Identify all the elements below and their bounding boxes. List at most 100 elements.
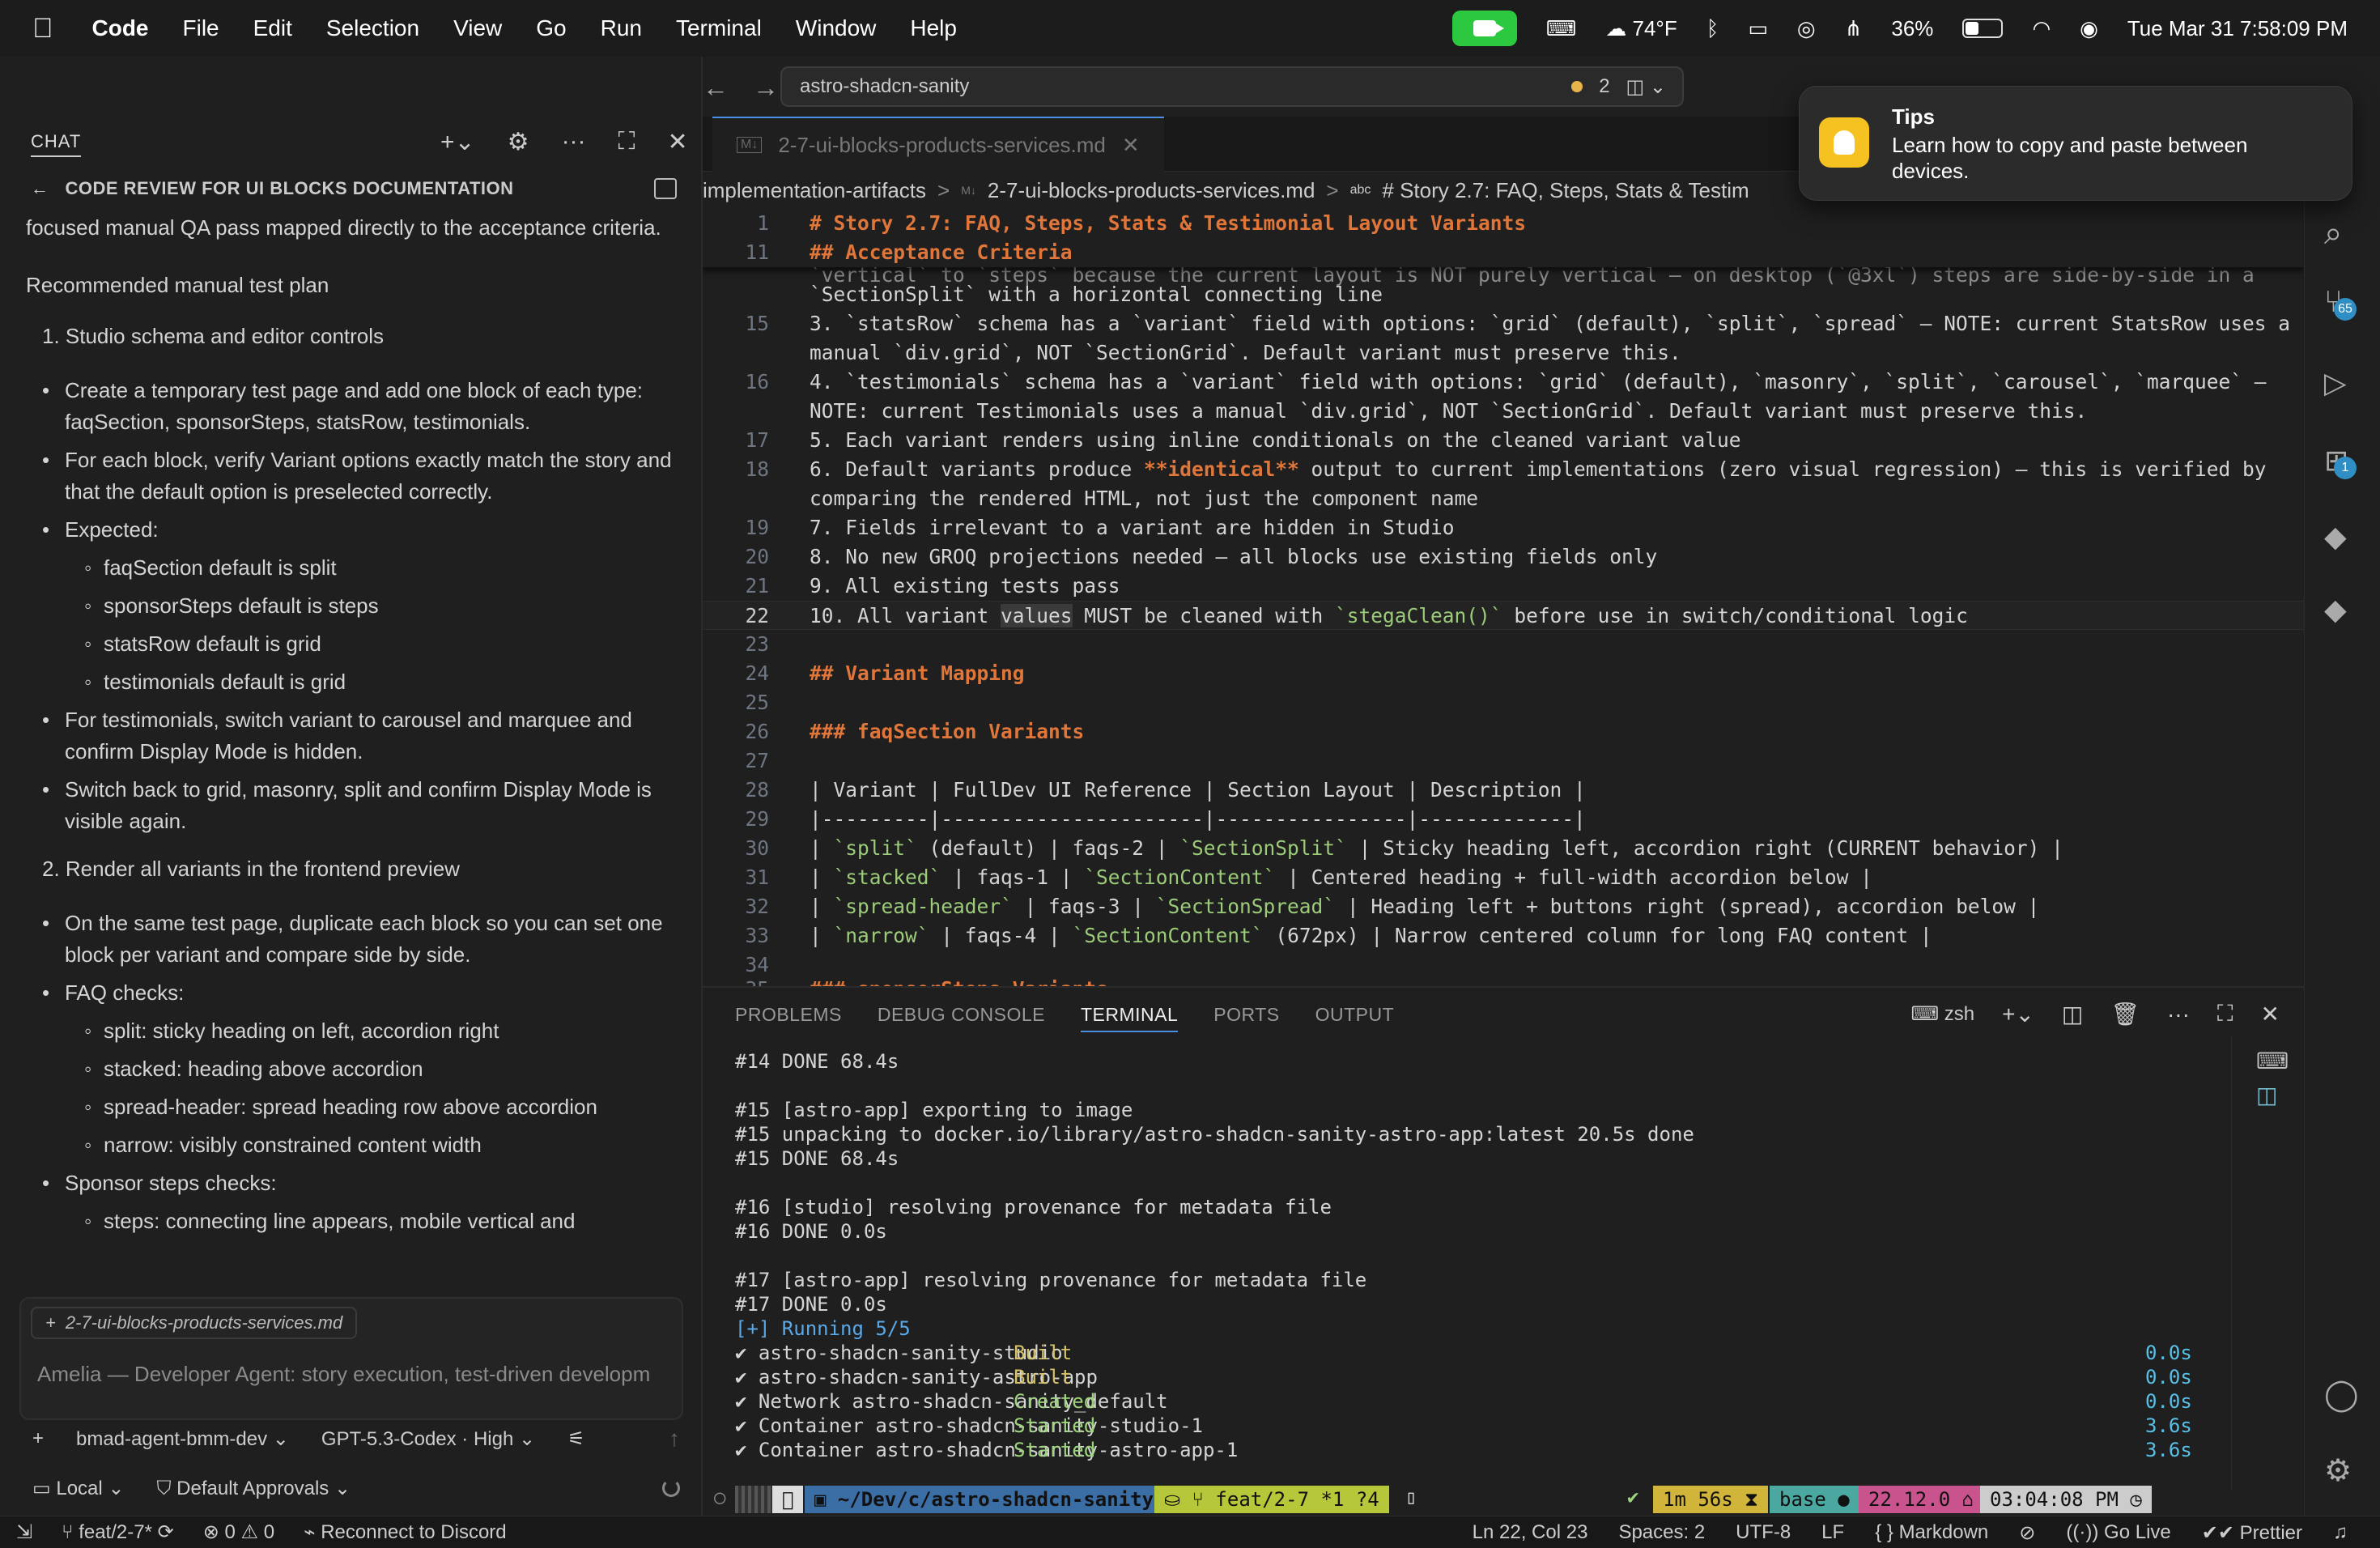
- new-chat-plus-icon[interactable]: +⌄: [440, 128, 475, 156]
- editor-tab[interactable]: M↓ 2-7-ui-blocks-products-services.md ✕: [712, 117, 1164, 172]
- tab-close-icon[interactable]: ✕: [1122, 133, 1140, 158]
- sticky-scroll[interactable]: 1 # Story 2.7: FAQ, Steps, Stats & Testim…: [703, 209, 2304, 267]
- encoding[interactable]: UTF-8: [1736, 1521, 1791, 1544]
- breadcrumb-symbol[interactable]: # Story 2.7: FAQ, Steps, Stats & Testim: [1382, 178, 1749, 203]
- inline-code: `narrow`: [833, 924, 929, 947]
- line-number: 33: [745, 924, 769, 947]
- go-live-button[interactable]: ((·)) Go Live: [2066, 1521, 2170, 1544]
- back-icon[interactable]: ←: [703, 73, 729, 103]
- discord-status[interactable]: ⌁ Reconnect to Discord: [304, 1520, 507, 1544]
- menu-go[interactable]: Go: [536, 15, 566, 41]
- keyboard-icon[interactable]: ⌨: [1546, 16, 1577, 41]
- battery-icon[interactable]: [1962, 19, 2004, 38]
- cursor-position[interactable]: Ln 22, Col 23: [1473, 1521, 1588, 1544]
- model-picker[interactable]: GPT-5.3-Codex · High ⌄: [321, 1427, 535, 1451]
- text-segment: output to current implementations (zero …: [1298, 457, 2267, 481]
- text-segment: | faqs-1 |: [941, 865, 1085, 889]
- chat-input-box[interactable]: + 2-7-ui-blocks-products-services.md Ame…: [19, 1297, 683, 1420]
- language-mode[interactable]: { } Markdown: [1875, 1521, 1988, 1544]
- problems-status[interactable]: ⊗ 0 ⚠ 0: [203, 1520, 274, 1544]
- tips-title: Tips: [1892, 104, 1935, 129]
- breadcrumb-folder[interactable]: implementation-artifacts: [703, 178, 926, 203]
- tab-problems[interactable]: PROBLEMS: [735, 1004, 842, 1032]
- list-item: Switch back to grid, masonry, split and …: [42, 774, 682, 837]
- back-arrow-icon[interactable]: ←: [31, 178, 49, 198]
- menu-app-name[interactable]: Code: [92, 15, 149, 41]
- attached-file-chip[interactable]: + 2-7-ui-blocks-products-services.md: [31, 1307, 358, 1339]
- menu-help[interactable]: Help: [910, 15, 957, 41]
- new-terminal-icon[interactable]: +⌄: [2002, 1001, 2034, 1027]
- tools-icon[interactable]: ⚟: [567, 1427, 585, 1451]
- menu-view[interactable]: View: [453, 15, 502, 41]
- breadcrumb-file[interactable]: 2-7-ui-blocks-products-services.md: [988, 178, 1315, 203]
- extensions-icon[interactable]: ⊞1: [2324, 444, 2360, 479]
- tab-ports[interactable]: PORTS: [1213, 1004, 1279, 1032]
- weather-widget[interactable]: ☁ 74°F: [1605, 16, 1677, 41]
- line-ending[interactable]: LF: [1821, 1521, 1844, 1544]
- apple-icon[interactable]: : [32, 13, 53, 45]
- add-icon[interactable]: +: [32, 1427, 44, 1450]
- git-branch-status[interactable]: ⑂ feat/2-7* ⟳: [62, 1520, 174, 1544]
- toggle-sidebar-icon[interactable]: [654, 178, 677, 199]
- menu-run[interactable]: Run: [601, 15, 642, 41]
- notifications-icon[interactable]: ♫: [2333, 1521, 2348, 1544]
- inline-code: `SectionSpread`: [1155, 895, 1336, 918]
- chat-title[interactable]: CHAT: [31, 131, 82, 157]
- code-line: 23: [703, 630, 2304, 659]
- close-icon[interactable]: ✕: [668, 128, 688, 156]
- tab-output[interactable]: OUTPUT: [1315, 1004, 1395, 1032]
- agent-picker[interactable]: bmad-agent-bmm-dev ⌄: [76, 1427, 289, 1451]
- gear-icon[interactable]: ⚙: [508, 128, 529, 156]
- tab-terminal[interactable]: TERMINAL: [1080, 1004, 1179, 1032]
- close-panel-icon[interactable]: ✕: [2261, 1001, 2280, 1027]
- command-center-search[interactable]: astro-shadcn-sanity 2 ◫ ⌄: [780, 66, 1684, 107]
- terminal-instance-icon[interactable]: ⌨: [2256, 1048, 2289, 1074]
- indentation[interactable]: Spaces: 2: [1618, 1521, 1705, 1544]
- tips-notification[interactable]: Tips Learn how to copy and paste between…: [1799, 86, 2352, 201]
- search-icon[interactable]: ⌕: [2324, 215, 2360, 251]
- add-context-icon[interactable]: +: [45, 1312, 56, 1333]
- remote-icon[interactable]: ⇲: [16, 1520, 32, 1544]
- video-call-icon[interactable]: [1451, 11, 1517, 46]
- menu-selection[interactable]: Selection: [326, 15, 419, 41]
- split-terminal-icon[interactable]: ◫: [2062, 1001, 2083, 1027]
- menu-file[interactable]: File: [183, 15, 219, 41]
- maximize-icon[interactable]: ⛶: [618, 128, 635, 156]
- menu-window[interactable]: Window: [796, 15, 877, 41]
- control-center-icon[interactable]: ◉: [2080, 16, 2098, 41]
- inline-code: `spread-header`: [833, 895, 1013, 918]
- copilot-status-icon[interactable]: ⊘: [2019, 1521, 2035, 1545]
- tab-debug-console[interactable]: DEBUG CONSOLE: [878, 1004, 1045, 1032]
- chat-input-field[interactable]: Amelia — Developer Agent: story executio…: [37, 1362, 677, 1387]
- display-icon[interactable]: ▭: [1748, 16, 1768, 41]
- terminal-output[interactable]: #14 DONE 68.4s #15 [astro-app] exporting …: [735, 1049, 2208, 1486]
- maximize-panel-icon[interactable]: ⛶: [2217, 1001, 2233, 1027]
- account-icon[interactable]: ◯: [2324, 1376, 2360, 1412]
- code-editor[interactable]: 1 # Story 2.7: FAQ, Steps, Stats & Testim…: [703, 209, 2304, 986]
- prompt-duration-text: 1m 56s: [1663, 1488, 1733, 1511]
- trash-icon[interactable]: 🗑: [2110, 1001, 2140, 1027]
- current-code-line: 22 10. All variant values MUST be cleaned…: [703, 601, 2304, 630]
- more-icon[interactable]: ···: [562, 128, 586, 156]
- source-control-icon[interactable]: ⑂ 65: [2324, 285, 2360, 321]
- list-subitem: sponsorSteps default is steps: [84, 590, 682, 622]
- sync-icon[interactable]: ◎: [1797, 16, 1816, 41]
- prettier-status[interactable]: ✔✔ Prettier: [2202, 1521, 2302, 1545]
- copilot-icon[interactable]: ◫ ⌄: [1626, 75, 1666, 99]
- compose-row: ✔ astro-shadcn-sanity-studio Built 0.0s: [735, 1341, 2208, 1365]
- forward-icon[interactable]: →: [753, 73, 779, 103]
- send-icon[interactable]: ↑: [669, 1426, 680, 1452]
- copilot-terminal-icon[interactable]: ◫: [2256, 1082, 2277, 1108]
- run-debug-icon[interactable]: ▷: [2324, 366, 2360, 402]
- menu-terminal[interactable]: Terminal: [676, 15, 762, 41]
- more-icon[interactable]: ···: [2167, 1002, 2190, 1027]
- menubar-clock[interactable]: Tue Mar 31 7:58:09 PM: [2127, 16, 2348, 41]
- bluetooth-icon[interactable]: ᛒ: [1706, 16, 1719, 41]
- wifi-icon[interactable]: ◠: [2032, 16, 2051, 41]
- python-env-icon[interactable]: ◆: [2324, 593, 2360, 628]
- manage-gear-icon[interactable]: ⚙: [2324, 1452, 2360, 1488]
- menu-edit[interactable]: Edit: [253, 15, 292, 41]
- airpods-icon[interactable]: ⋔: [1845, 16, 1863, 41]
- terminal-shell-icon[interactable]: ⌨ zsh: [1910, 1002, 1974, 1026]
- python-icon[interactable]: ◆: [2324, 520, 2360, 555]
